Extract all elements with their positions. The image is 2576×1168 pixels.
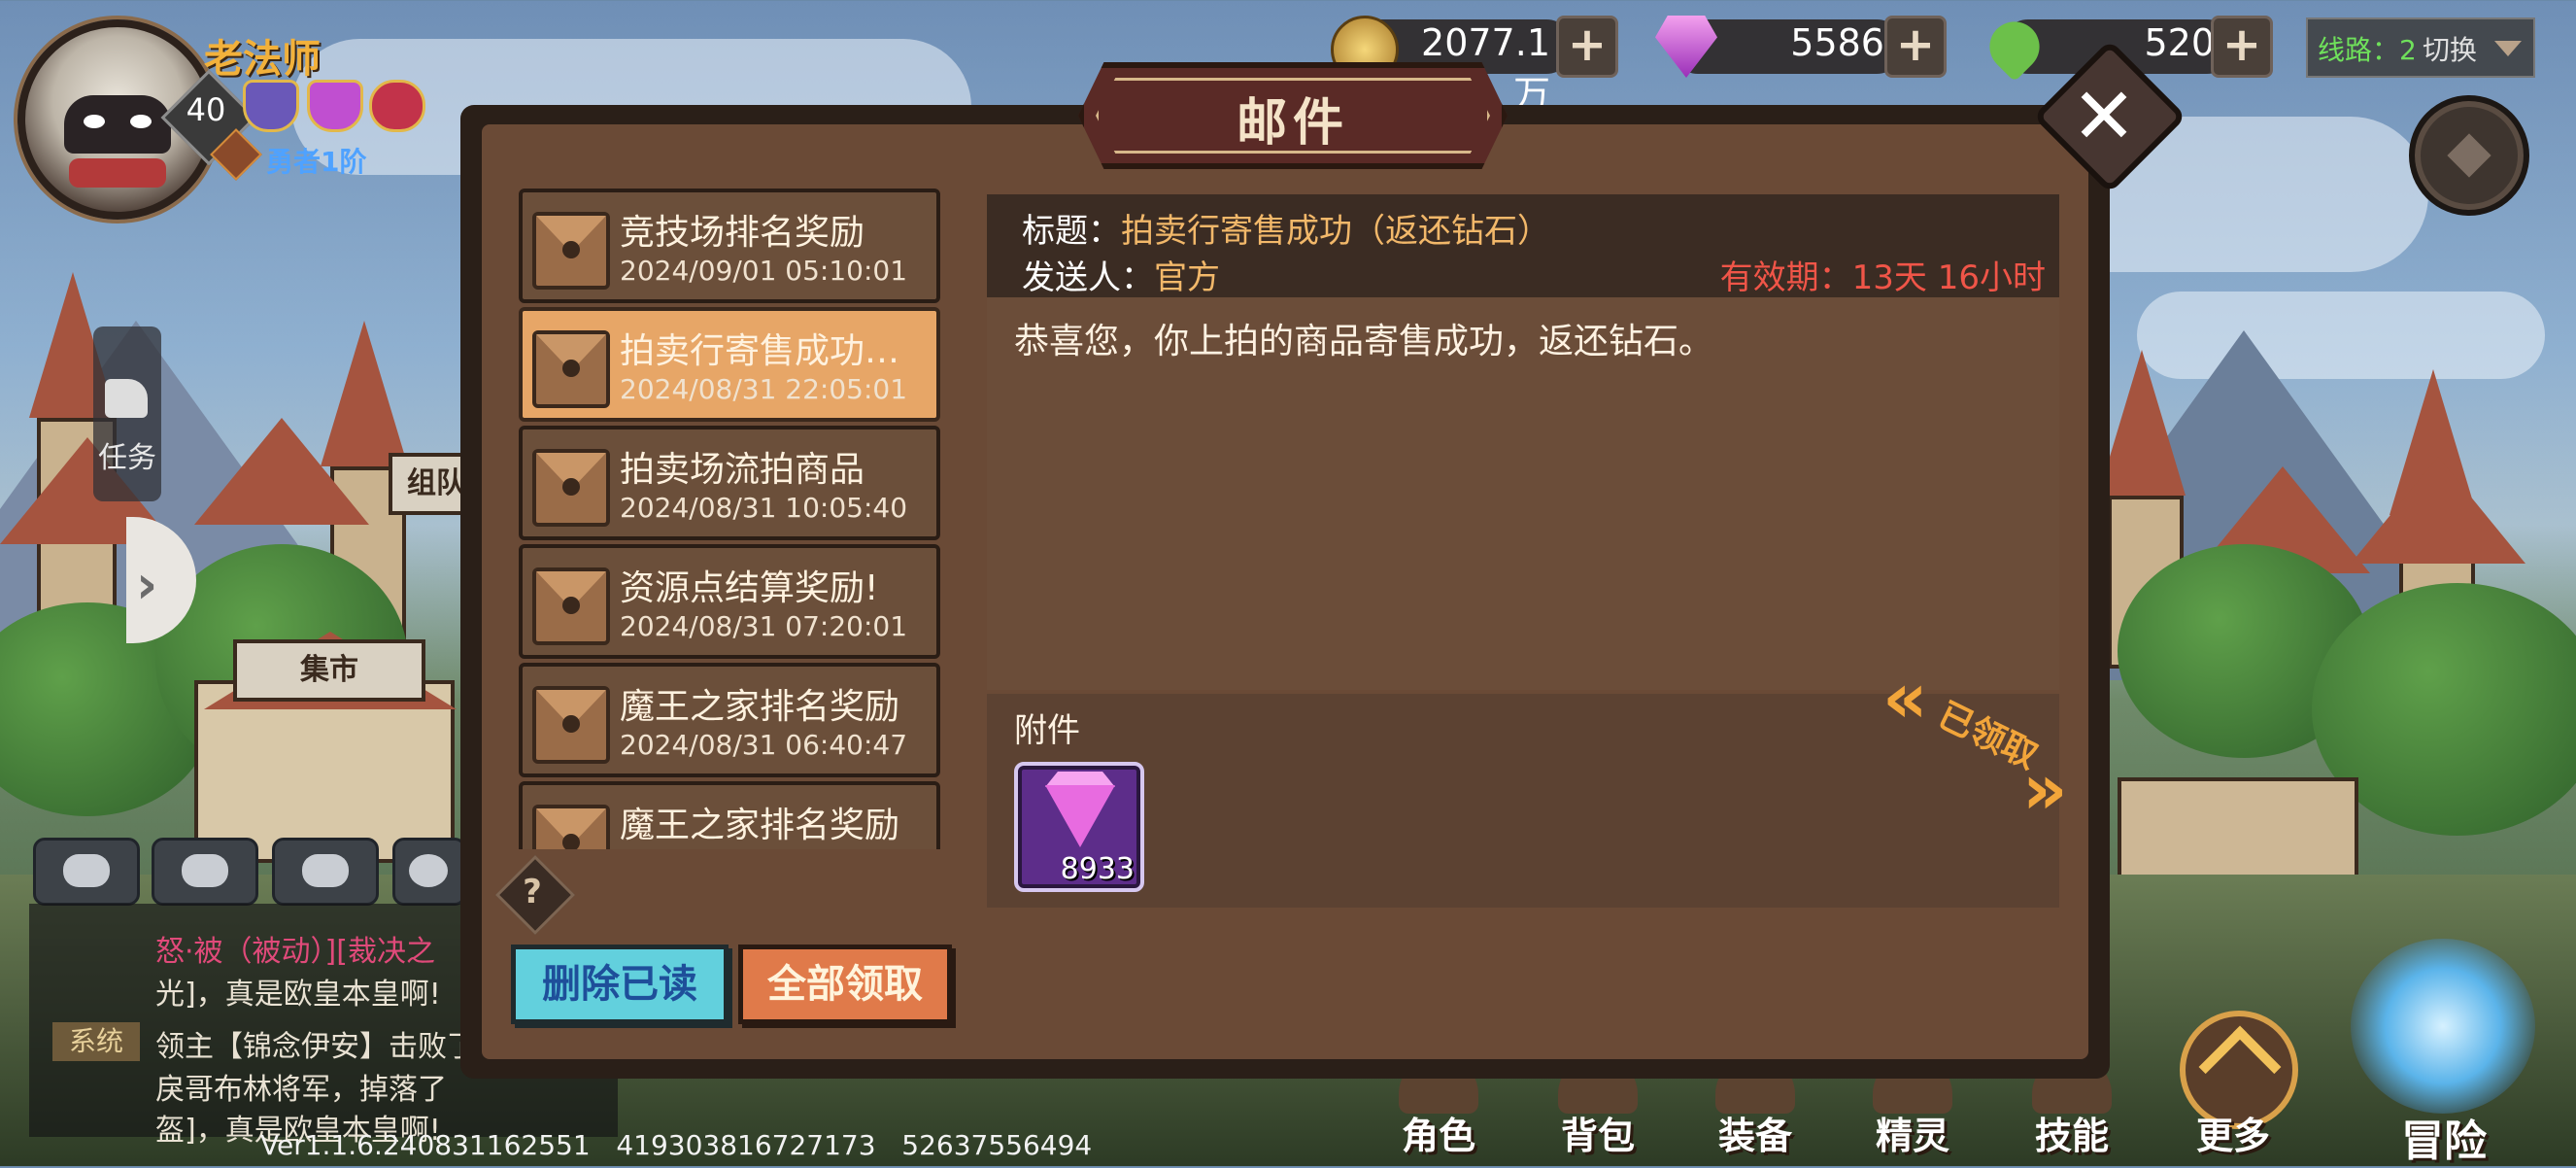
task-label: 任务 (98, 441, 156, 475)
player-name: 老法师 (204, 37, 321, 82)
task-button[interactable]: 任务 (93, 326, 161, 501)
nav-label: 背包 (1560, 1115, 1635, 1157)
chat-text: 光]，真是欧皇本皇啊! (155, 978, 441, 1012)
chat-text: 领主【锦念伊安】击败了 (155, 1030, 476, 1064)
envelope-icon (532, 449, 610, 527)
chevron-down-icon (2494, 41, 2522, 56)
nav-adventure[interactable]: 冒险 (2376, 1055, 2512, 1166)
delete-read-button[interactable]: 删除已读 (511, 945, 729, 1024)
envelope-icon (532, 686, 610, 764)
mail-item[interactable]: 拍卖场流拍商品 2024/08/31 10:05:40 (519, 426, 940, 540)
attachment-count: 8933 (1060, 852, 1135, 886)
server-line-switch: 切换 (2423, 34, 2478, 66)
mail-title: 拍卖行寄售成功… (620, 331, 900, 371)
add-stamina-button[interactable]: + (2211, 16, 2273, 78)
mail-title: 魔王之家排名奖励 (620, 687, 900, 727)
mail-date: 2024/08/31 10:05:40 (620, 492, 908, 524)
add-gold-button[interactable]: + (1556, 16, 1618, 78)
quill-icon (105, 379, 148, 418)
friends-button[interactable] (272, 838, 379, 906)
chat-item-link[interactable]: [裁决之 (336, 935, 435, 969)
mail-detail-header: 标题：拍卖行寄售成功（返还钻石） 发送人：官方 有效期：13天 16小时 (987, 194, 2059, 297)
server-line-selector[interactable]: 线路：2 切换 (2306, 17, 2535, 78)
heart-rank-icon (369, 80, 425, 132)
mail-title-plate: 邮件 (1078, 62, 1508, 169)
close-icon[interactable]: ✕ (2055, 68, 2152, 165)
subject-label: 标题： (1022, 212, 1121, 251)
mail-subject: 拍卖行寄售成功（返还钻石） (1121, 212, 1550, 251)
version-text: Ver1.1.6.240831162551 419303816727173 52… (260, 1129, 1093, 1161)
diamond-rank-icon (307, 80, 363, 132)
nav-label: 技能 (2034, 1115, 2109, 1157)
mail-body-text: 恭喜您，你上拍的商品寄售成功，返还钻石。 (1014, 322, 1714, 361)
attachment-label: 附件 (1014, 711, 1080, 750)
nav-label: 精灵 (1875, 1115, 1949, 1157)
mail-item[interactable]: 资源点结算奖励! 2024/08/31 07:20:01 (519, 544, 940, 659)
envelope-icon (532, 567, 610, 645)
question-icon[interactable]: ? (507, 873, 558, 911)
nav-label: 装备 (1717, 1115, 1792, 1157)
rank-shield-icon (243, 80, 299, 132)
diamond-value: 5586 (1790, 21, 1884, 64)
envelope-icon (532, 212, 610, 290)
mail-button[interactable] (152, 838, 258, 906)
mail-date: 2024/08/31 06:40:47 (620, 729, 908, 761)
speech-bubble-icon (63, 854, 110, 887)
envelope-icon (532, 330, 610, 408)
mail-expiry: 有效期：13天 16小时 (1719, 258, 2046, 297)
mail-sender: 官方 (1154, 258, 1220, 297)
settings-button[interactable] (392, 838, 466, 906)
attachment-item[interactable]: 8933 (1014, 762, 1144, 892)
add-diamond-button[interactable]: + (1884, 16, 1947, 78)
mail-title: 竞技场排名奖励 (620, 213, 865, 253)
market-sign[interactable]: 集市 (233, 639, 425, 702)
nav-more[interactable]: 更多 (2180, 1055, 2287, 1157)
chevron-right-icon: › (136, 554, 158, 615)
envelope-icon (182, 854, 228, 887)
mail-date: 2024/09/01 05:10:01 (620, 255, 908, 287)
sender-label: 发送人： (1022, 258, 1154, 297)
chat-button[interactable] (33, 838, 140, 906)
claim-all-button[interactable]: 全部领取 (738, 945, 952, 1024)
chat-text: 怒·被（被动）] (155, 935, 337, 969)
claimed-chevron-right-icon: » (2022, 748, 2068, 830)
nav-label: 更多 (2195, 1115, 2270, 1157)
mail-item[interactable]: 竞技场排名奖励 2024/09/01 05:10:01 (519, 189, 940, 303)
mail-item[interactable]: 魔王之家排名奖励 2024/08/31 06:40:47 (519, 663, 940, 777)
mail-list[interactable]: 竞技场排名奖励 2024/09/01 05:10:01 拍卖行寄售成功… 202… (515, 183, 946, 849)
mail-title: 魔王之家排名奖励 (620, 806, 900, 845)
player-title: 勇者1阶 (266, 146, 367, 178)
delete-read-label: 删除已读 (542, 962, 697, 1007)
claim-all-label: 全部领取 (767, 962, 923, 1007)
dpad-button[interactable] (2409, 95, 2529, 216)
mail-detail-body: 恭喜您，你上拍的商品寄售成功，返还钻石。 (987, 297, 2059, 690)
server-line-label: 线路：2 (2318, 34, 2417, 66)
friends-icon (302, 854, 349, 887)
system-tag: 系统 (52, 1022, 140, 1061)
nav-label: 冒险 (2401, 1116, 2487, 1166)
mail-item[interactable]: 魔王之家排名奖励 (519, 781, 940, 849)
move-icon (2447, 133, 2491, 178)
player-level: 40 (186, 91, 226, 128)
gear-icon (409, 854, 448, 887)
chat-text: 戾哥布林将军，掉落了 (155, 1073, 447, 1107)
mail-date: 2024/08/31 07:20:01 (620, 610, 908, 642)
dialog-title: 邮件 (1236, 94, 1349, 153)
nav-label: 角色 (1401, 1115, 1475, 1157)
mail-title: 资源点结算奖励! (620, 568, 879, 608)
mail-item-selected[interactable]: 拍卖行寄售成功… 2024/08/31 22:05:01 (519, 307, 940, 422)
envelope-icon (532, 805, 610, 849)
mail-title: 拍卖场流拍商品 (620, 450, 865, 490)
mail-date: 2024/08/31 22:05:01 (620, 373, 908, 405)
